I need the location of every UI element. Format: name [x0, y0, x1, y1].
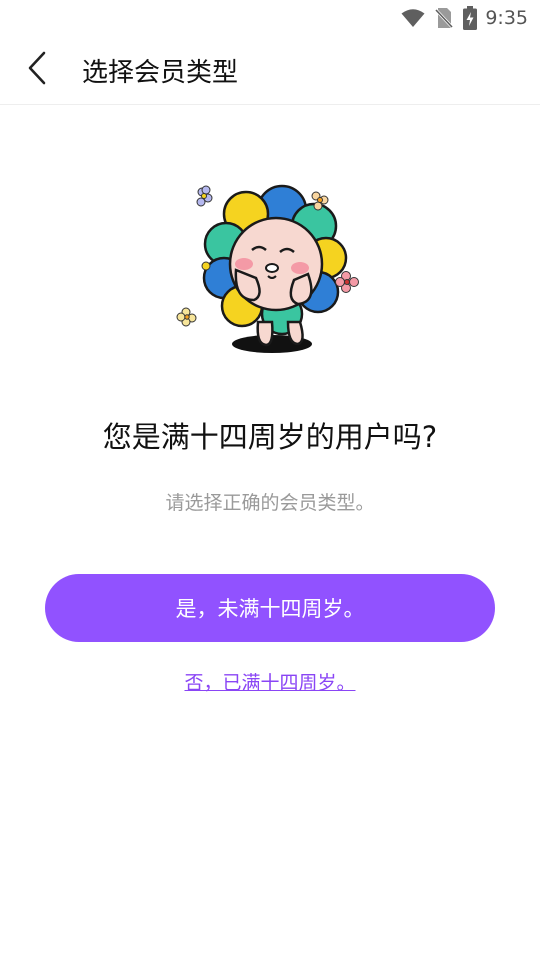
- age-question: 您是满十四周岁的用户吗?: [102, 420, 438, 454]
- flower-character-illustration: [176, 182, 366, 360]
- under-14-button[interactable]: 是，未满十四周岁。: [45, 574, 495, 642]
- hint-text: 请选择正确的会员类型。: [165, 492, 375, 514]
- back-button[interactable]: [14, 46, 62, 94]
- page-title: 选择会员类型: [82, 57, 239, 88]
- wifi-icon: [401, 8, 425, 28]
- status-time: 9:35: [485, 7, 528, 29]
- member-type-screen: 9:35 选择会员类型 您是满十四周岁的用户吗? 请选择正确的会员类型。 是，未…: [0, 0, 540, 960]
- status-bar: 9:35: [0, 0, 540, 36]
- no-sim-icon: [435, 7, 454, 29]
- over-14-link[interactable]: 否，已满十四周岁。: [0, 668, 540, 695]
- battery-charging-icon: [463, 6, 478, 30]
- app-bar: 选择会员类型: [0, 36, 540, 105]
- chevron-left-icon: [27, 51, 49, 89]
